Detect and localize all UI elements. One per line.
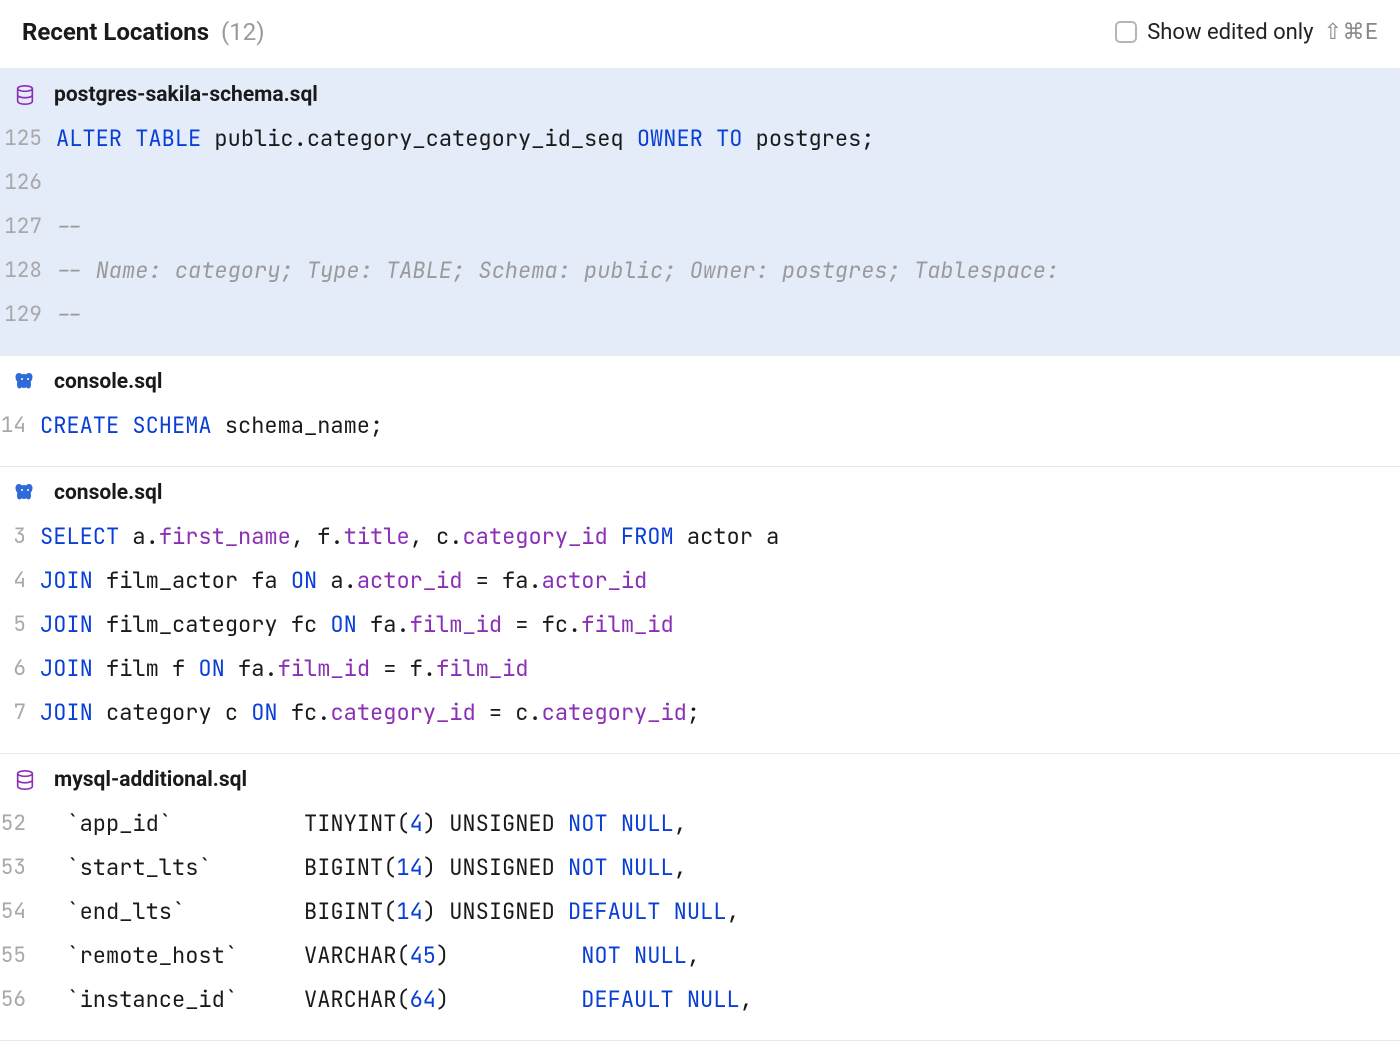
- popup-header: Recent Locations (12) Show edited only ⇧…: [0, 0, 1400, 69]
- locations-list: postgres-sakila-schema.sql 125ALTER TABLE…: [0, 69, 1400, 1041]
- line-number: 4: [0, 559, 40, 603]
- code-line: 128-- Name: category; Type: TABLE; Schem…: [0, 249, 1400, 293]
- code-content: ALTER TABLE public.category_category_id_…: [56, 117, 874, 161]
- file-name: mysql-additional.sql: [54, 768, 247, 792]
- line-number: 5: [0, 603, 40, 647]
- location-item[interactable]: mysql-additional.sql 52 `app_id` TINYINT(…: [0, 754, 1400, 1041]
- code-content: JOIN film_actor fa ON a.actor_id = fa.ac…: [40, 559, 647, 603]
- code-line: 56 `instance_id` VARCHAR(64) DEFAULT NUL…: [0, 978, 1400, 1022]
- code-content: JOIN film_category fc ON fa.film_id = fc…: [40, 603, 674, 647]
- location-header[interactable]: mysql-additional.sql: [0, 754, 1400, 802]
- code-line: 52 `app_id` TINYINT(4) UNSIGNED NOT NULL…: [0, 802, 1400, 846]
- show-edited-label[interactable]: Show edited only: [1147, 20, 1313, 45]
- location-item[interactable]: console.sql 14CREATE SCHEMA schema_name;: [0, 356, 1400, 467]
- code-line: 126: [0, 161, 1400, 205]
- code-preview: 14CREATE SCHEMA schema_name;: [0, 404, 1400, 466]
- database-icon: [10, 769, 40, 791]
- file-name: console.sql: [54, 370, 162, 394]
- code-line: 3SELECT a.first_name, f.title, c.categor…: [0, 515, 1400, 559]
- code-content: SELECT a.first_name, f.title, c.category…: [40, 515, 779, 559]
- code-content: `app_id` TINYINT(4) UNSIGNED NOT NULL,: [40, 802, 687, 846]
- code-content: `instance_id` VARCHAR(64) DEFAULT NULL,: [40, 978, 753, 1022]
- code-preview: 52 `app_id` TINYINT(4) UNSIGNED NOT NULL…: [0, 802, 1400, 1040]
- code-line: 4JOIN film_actor fa ON a.actor_id = fa.a…: [0, 559, 1400, 603]
- code-content: `start_lts` BIGINT(14) UNSIGNED NOT NULL…: [40, 846, 687, 890]
- code-content: `end_lts` BIGINT(14) UNSIGNED DEFAULT NU…: [40, 890, 740, 934]
- code-preview: 125ALTER TABLE public.category_category_…: [0, 117, 1400, 355]
- line-number: 6: [0, 647, 40, 691]
- database-icon: [10, 84, 40, 106]
- code-content: -- Name: category; Type: TABLE; Schema: …: [56, 249, 1059, 293]
- code-line: 5JOIN film_category fc ON fa.film_id = f…: [0, 603, 1400, 647]
- popup-count: (12): [221, 18, 265, 46]
- code-line: 7JOIN category c ON fc.category_id = c.c…: [0, 691, 1400, 735]
- code-line: 54 `end_lts` BIGINT(14) UNSIGNED DEFAULT…: [0, 890, 1400, 934]
- elephant-icon: [10, 481, 40, 505]
- line-number: 52: [0, 802, 40, 846]
- line-number: 53: [0, 846, 40, 890]
- code-line: 127--: [0, 205, 1400, 249]
- code-content: JOIN category c ON fc.category_id = c.ca…: [40, 691, 700, 735]
- code-line: 53 `start_lts` BIGINT(14) UNSIGNED NOT N…: [0, 846, 1400, 890]
- code-preview: 3SELECT a.first_name, f.title, c.categor…: [0, 515, 1400, 753]
- line-number: 55: [0, 934, 40, 978]
- line-number: 54: [0, 890, 40, 934]
- line-number: 127: [0, 205, 56, 249]
- code-line: 125ALTER TABLE public.category_category_…: [0, 117, 1400, 161]
- file-name: console.sql: [54, 481, 162, 505]
- code-line: 14CREATE SCHEMA schema_name;: [0, 404, 1400, 448]
- shortcut-hint: ⇧⌘E: [1324, 20, 1378, 45]
- line-number: 125: [0, 117, 56, 161]
- location-header[interactable]: console.sql: [0, 467, 1400, 515]
- elephant-icon: [10, 370, 40, 394]
- line-number: 14: [0, 404, 40, 448]
- line-number: 129: [0, 293, 56, 337]
- popup-title: Recent Locations: [22, 18, 209, 46]
- code-line: 129--: [0, 293, 1400, 337]
- code-line: 6JOIN film f ON fa.film_id = f.film_id: [0, 647, 1400, 691]
- line-number: 126: [0, 161, 56, 205]
- line-number: 7: [0, 691, 40, 735]
- location-item[interactable]: postgres-sakila-schema.sql 125ALTER TABLE…: [0, 69, 1400, 356]
- code-content: JOIN film f ON fa.film_id = f.film_id: [40, 647, 528, 691]
- file-name: postgres-sakila-schema.sql: [54, 83, 318, 107]
- code-line: 55 `remote_host` VARCHAR(45) NOT NULL,: [0, 934, 1400, 978]
- header-left: Recent Locations (12): [22, 18, 265, 46]
- location-item[interactable]: console.sql 3SELECT a.first_name, f.title…: [0, 467, 1400, 754]
- line-number: 128: [0, 249, 56, 293]
- code-content: CREATE SCHEMA schema_name;: [40, 404, 383, 448]
- line-number: 3: [0, 515, 40, 559]
- show-edited-checkbox[interactable]: [1115, 21, 1137, 43]
- code-content: --: [56, 205, 82, 249]
- location-header[interactable]: console.sql: [0, 356, 1400, 404]
- code-content: `remote_host` VARCHAR(45) NOT NULL,: [40, 934, 700, 978]
- header-right: Show edited only ⇧⌘E: [1115, 20, 1378, 45]
- line-number: 56: [0, 978, 40, 1022]
- location-header[interactable]: postgres-sakila-schema.sql: [0, 69, 1400, 117]
- code-content: --: [56, 293, 82, 337]
